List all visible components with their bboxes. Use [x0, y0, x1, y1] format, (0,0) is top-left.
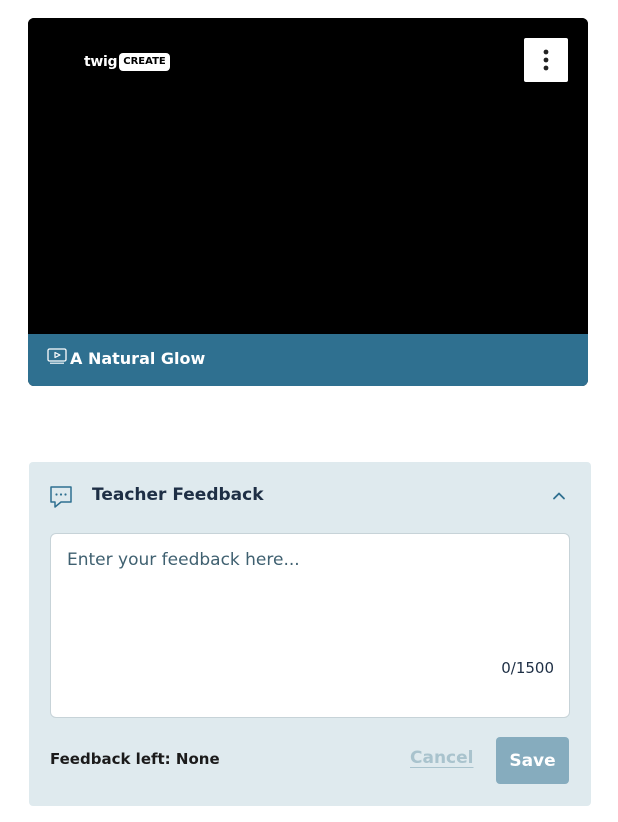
video-menu-button[interactable]	[524, 38, 568, 82]
feedback-title: Teacher Feedback	[92, 485, 264, 505]
save-button[interactable]: Save	[496, 737, 569, 784]
feedback-input-wrapper: 0/1500	[50, 533, 570, 718]
chevron-up-icon	[553, 492, 565, 500]
video-play-icon	[47, 348, 67, 364]
video-card: twig CREATE A Natural Glow	[28, 18, 588, 386]
video-player[interactable]: twig CREATE	[28, 18, 588, 334]
logo-word: twig	[84, 54, 118, 70]
teacher-feedback-panel: Teacher Feedback 0/1500 Feedback left: N…	[29, 462, 591, 806]
collapse-button[interactable]	[549, 486, 569, 506]
feedback-input[interactable]	[51, 534, 569, 717]
feedback-left-status: Feedback left: None	[50, 750, 220, 768]
twig-create-logo: twig CREATE	[84, 52, 170, 72]
video-title-bar: A Natural Glow	[28, 334, 588, 386]
logo-badge: CREATE	[119, 53, 170, 71]
video-title: A Natural Glow	[70, 349, 206, 368]
chat-bubble-icon	[50, 486, 72, 508]
kebab-menu-icon	[543, 49, 549, 71]
cancel-button[interactable]: Cancel	[410, 748, 473, 768]
character-count: 0/1500	[501, 659, 554, 677]
